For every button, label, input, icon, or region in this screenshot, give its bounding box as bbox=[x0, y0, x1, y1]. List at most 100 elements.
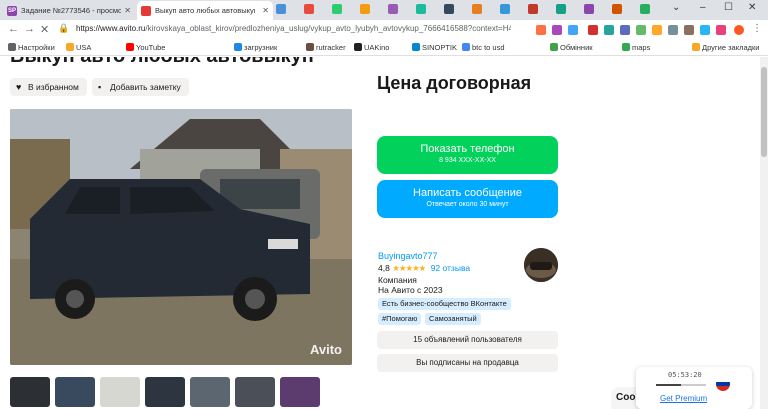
folder-icon bbox=[692, 43, 700, 51]
forward-icon[interactable]: → bbox=[24, 23, 35, 35]
favorite-button[interactable]: ♥ В избранном bbox=[10, 78, 87, 96]
bookmark-label: rutracker bbox=[316, 43, 346, 52]
profile-avatar[interactable] bbox=[734, 25, 744, 35]
bookmark-settings[interactable]: Настройки bbox=[8, 43, 55, 52]
close-tab-icon[interactable]: ✕ bbox=[262, 1, 269, 20]
russia-flag-icon[interactable] bbox=[716, 377, 730, 391]
extension-icon[interactable] bbox=[568, 25, 578, 35]
tab-search-icon[interactable]: ⌄ bbox=[672, 2, 680, 13]
tab-title: Выкуп авто любых автовыкуп в К bbox=[155, 6, 255, 15]
bookmark-btc[interactable]: btc to usd bbox=[462, 43, 505, 52]
tag-vk-community[interactable]: Есть бизнес-сообщество ВКонтакте bbox=[378, 298, 511, 310]
phone-number-masked: 8 934 XXX-XX-XX bbox=[439, 157, 496, 164]
seller-ads-button[interactable]: 15 объявлений пользователя bbox=[377, 331, 558, 349]
player-progress-fill bbox=[656, 384, 681, 386]
mini-tab-icon[interactable] bbox=[640, 4, 650, 14]
mini-tab-icon[interactable] bbox=[360, 4, 370, 14]
player-progress-bar[interactable] bbox=[656, 384, 706, 386]
extension-icon[interactable] bbox=[700, 25, 710, 35]
note-icon: ▪ bbox=[98, 82, 102, 92]
thumbnail[interactable] bbox=[280, 377, 320, 407]
bookmark-other[interactable]: Другие закладки bbox=[692, 43, 759, 52]
avito-watermark: Avito bbox=[309, 342, 342, 357]
subscribed-button[interactable]: Вы подписаны на продавца bbox=[377, 354, 558, 372]
maximize-icon[interactable]: ☐ bbox=[724, 2, 733, 13]
mini-tab-icon[interactable] bbox=[612, 4, 622, 14]
write-message-button[interactable]: Написать сообщение Отвечает около 30 мин… bbox=[377, 180, 558, 218]
bookmark-uakino[interactable]: UAKino bbox=[354, 43, 389, 52]
main-photo[interactable]: Avito bbox=[10, 109, 352, 365]
extension-icon[interactable] bbox=[716, 25, 726, 35]
extension-icon[interactable] bbox=[536, 25, 546, 35]
tab-task[interactable]: SP Задание №2773546 - просмотр з ✕ bbox=[3, 1, 135, 20]
youtube-icon bbox=[126, 43, 134, 51]
add-note-button[interactable]: ▪ Добавить заметку bbox=[92, 78, 189, 96]
minimize-icon[interactable]: – bbox=[700, 2, 706, 13]
get-premium-link[interactable]: Get Premium bbox=[660, 394, 707, 403]
reviews-link[interactable]: 92 отзыва bbox=[431, 263, 470, 273]
mini-tab-icon[interactable] bbox=[528, 4, 538, 14]
mini-tab-icon[interactable] bbox=[472, 4, 482, 14]
bookmark-youtube[interactable]: YouTube bbox=[126, 43, 165, 52]
bookmark-maps[interactable]: maps bbox=[622, 43, 650, 52]
stop-icon[interactable]: ✕ bbox=[40, 23, 49, 36]
tag-self-employed[interactable]: Самозанятый bbox=[425, 313, 481, 325]
mini-tab-icon[interactable] bbox=[444, 4, 454, 14]
mini-tab-icon[interactable] bbox=[332, 4, 342, 14]
bookmarks-bar: Настройки USA YouTube загрузник rutracke… bbox=[0, 40, 768, 56]
player-time: 05:53:20 bbox=[668, 371, 702, 379]
favorite-label: В избранном bbox=[28, 82, 79, 92]
seller-avatar[interactable] bbox=[524, 248, 558, 282]
extension-icon[interactable] bbox=[604, 25, 614, 35]
show-phone-button[interactable]: Показать телефон 8 934 XXX-XX-XX bbox=[377, 136, 558, 174]
bookmark-sinoptik[interactable]: SINOPTIK bbox=[412, 43, 457, 52]
mini-tab-icon[interactable] bbox=[388, 4, 398, 14]
close-tab-icon[interactable]: ✕ bbox=[124, 1, 131, 20]
seller-name-link[interactable]: Buyingavto777 bbox=[378, 251, 438, 261]
url-field[interactable]: https://www.avito.ru/kirovskaya_oblast_k… bbox=[76, 24, 511, 33]
mini-tab-icon[interactable] bbox=[584, 4, 594, 14]
google-icon bbox=[462, 43, 470, 51]
extension-icon[interactable] bbox=[684, 25, 694, 35]
seller-since: На Авито с 2023 bbox=[378, 285, 443, 295]
bookmark-usa[interactable]: USA bbox=[66, 43, 91, 52]
thumbnail[interactable] bbox=[100, 377, 140, 407]
extension-icon[interactable] bbox=[652, 25, 662, 35]
bookmark-downloader[interactable]: загрузник bbox=[234, 43, 277, 52]
thumbnail[interactable] bbox=[55, 377, 95, 407]
mini-tab-icon[interactable] bbox=[556, 4, 566, 14]
rating-value: 4,8 bbox=[378, 263, 390, 273]
extension-icon[interactable] bbox=[668, 25, 678, 35]
thumbnail[interactable] bbox=[145, 377, 185, 407]
page-scrollbar[interactable] bbox=[760, 57, 768, 409]
pinned-tabs bbox=[276, 4, 656, 16]
thumbnail[interactable] bbox=[190, 377, 230, 407]
note-label: Добавить заметку bbox=[110, 82, 181, 92]
thumbnail[interactable] bbox=[10, 377, 50, 407]
response-time: Отвечает около 30 минут bbox=[426, 201, 509, 208]
back-icon[interactable]: ← bbox=[8, 23, 19, 35]
extension-icon[interactable] bbox=[636, 25, 646, 35]
mini-tab-icon[interactable] bbox=[304, 4, 314, 14]
bookmark-exchanger[interactable]: Обмінник bbox=[550, 43, 593, 52]
flag-extension-icon[interactable] bbox=[588, 25, 598, 35]
extension-icon[interactable] bbox=[620, 25, 630, 35]
lock-icon[interactable]: 🔒 bbox=[58, 23, 69, 34]
mini-tab-icon[interactable] bbox=[500, 4, 510, 14]
close-window-icon[interactable]: ✕ bbox=[748, 2, 756, 13]
thumbnail[interactable] bbox=[235, 377, 275, 407]
mini-tab-icon[interactable] bbox=[276, 4, 286, 14]
bookmark-label: SINOPTIK bbox=[422, 43, 458, 52]
tag-helping[interactable]: #Помогаю bbox=[378, 313, 422, 325]
bookmark-label: btc to usd bbox=[472, 43, 505, 52]
tab-avito[interactable]: Выкуп авто любых автовыкуп в К ✕ bbox=[137, 1, 273, 20]
mini-tab-icon[interactable] bbox=[416, 4, 426, 14]
download-icon bbox=[234, 43, 242, 51]
scrollbar-thumb[interactable] bbox=[761, 67, 767, 157]
bookmark-rutracker[interactable]: rutracker bbox=[306, 43, 346, 52]
menu-icon[interactable]: ⋮ bbox=[752, 23, 762, 34]
car-photo-image bbox=[10, 109, 352, 365]
extension-icon[interactable] bbox=[552, 25, 562, 35]
exchange-icon bbox=[550, 43, 558, 51]
page-title: Выкуп авто любых автовыкуп bbox=[10, 57, 314, 68]
